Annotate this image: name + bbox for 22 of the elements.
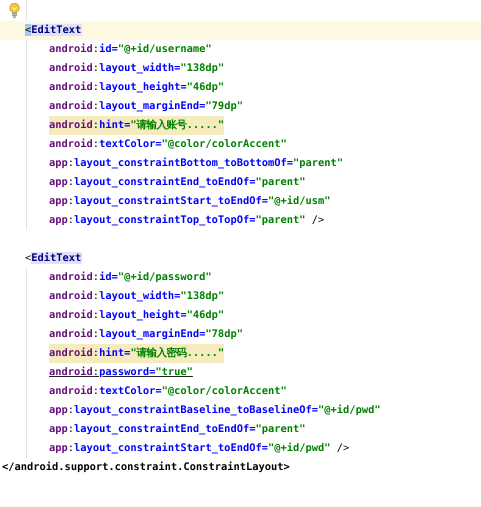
code-line: <EditText — [25, 251, 82, 266]
code-line: android:textColor="@color/colorAccent" — [49, 137, 287, 152]
code-line: android:id="@+id/username" — [49, 42, 212, 57]
code-line: android:layout_width="138dp" — [49, 289, 224, 304]
code-line: app:layout_constraintBaseline_toBaselineOf="@+id/pwd" — [49, 403, 381, 418]
code-line: app:layout_constraintBottom_toBottomOf="parent" — [49, 156, 344, 171]
code-line: android:layout_width="138dp" — [49, 61, 224, 76]
code-line: android:layout_marginEnd="79dp" — [49, 99, 243, 114]
code-line: android:password="true" — [49, 365, 193, 380]
code-line: android:layout_height="46dp" — [49, 80, 224, 95]
code-line: app:layout_constraintStart_toEndOf="@+id/usm" — [49, 194, 331, 209]
code-line: android:textColor="@color/colorAccent" — [49, 384, 287, 399]
code-line: app:layout_constraintEnd_toEndOf="parent" — [49, 422, 306, 437]
code-line: app:layout_constraintTop_toTopOf="parent" /> — [49, 213, 324, 228]
code-line: app:layout_constraintEnd_toEndOf="parent" — [49, 175, 306, 190]
code-line: android:layout_marginEnd="78dp" — [49, 327, 243, 342]
code-line: app:layout_constraintStart_toEndOf="@+id/pwd" /> — [49, 441, 350, 456]
code-line: </android.support.constraint.ConstraintLayout> — [2, 460, 290, 475]
lightbulb-icon[interactable] — [9, 3, 20, 18]
code-line: android:id="@+id/password" — [49, 270, 212, 285]
code-line: <EditText — [25, 23, 82, 38]
code-line: android:layout_height="46dp" — [49, 308, 224, 323]
